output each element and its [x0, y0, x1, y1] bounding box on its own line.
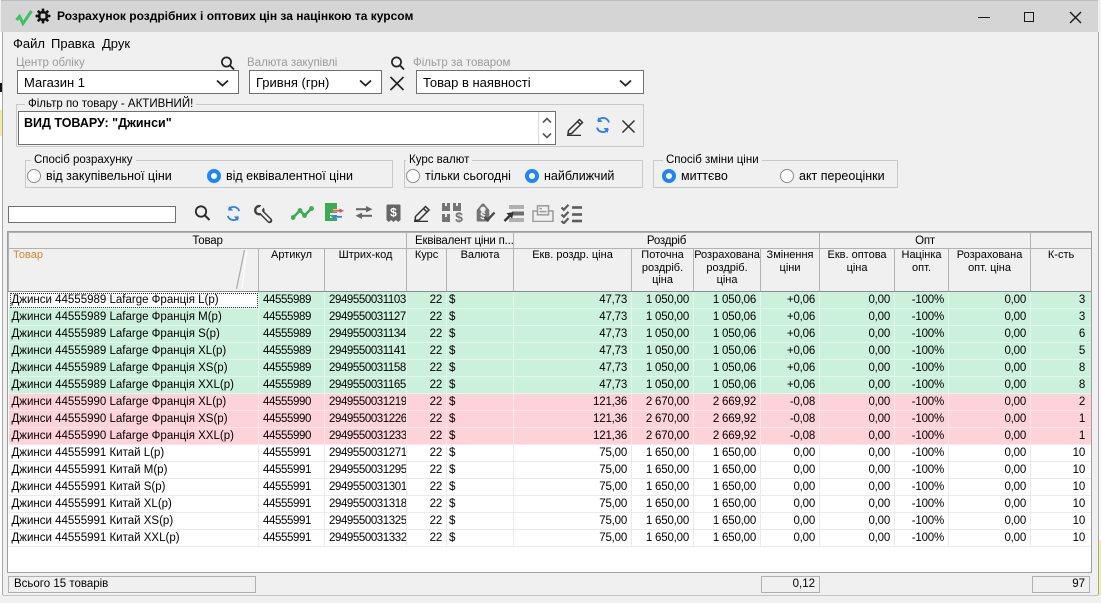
svg-text:$: $ — [390, 206, 397, 220]
svg-text:$: $ — [455, 209, 463, 223]
